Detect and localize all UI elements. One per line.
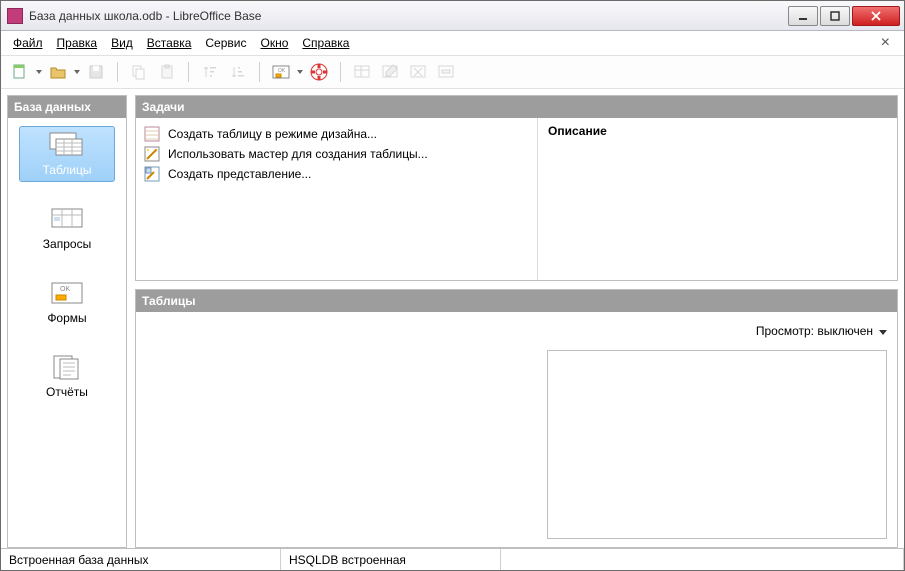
svg-text:OK: OK [278, 68, 286, 74]
close-button[interactable] [852, 6, 900, 26]
task-wizard[interactable]: Использовать мастер для создания таблицы… [144, 144, 529, 164]
queries-icon [46, 205, 88, 233]
sidebar-item-label: Таблицы [42, 163, 91, 177]
preview-box [547, 350, 887, 539]
task-label: Создать таблицу в режиме дизайна... [168, 127, 377, 141]
menu-file[interactable]: Файл [7, 33, 49, 53]
toolbar-separator [340, 62, 341, 82]
sidebar-item-label: Отчёты [46, 385, 88, 399]
view-icon [144, 166, 160, 182]
status-db-type: Встроенная база данных [1, 549, 281, 570]
table-delete-button[interactable] [405, 59, 431, 85]
app-window: База данных школа.odb - LibreOffice Base… [0, 0, 905, 571]
sidebar-item-tables[interactable]: Таблицы [19, 126, 115, 182]
menu-edit[interactable]: Правка [51, 33, 104, 53]
status-empty [501, 549, 904, 570]
right-column: Задачи Создать таблицу в режиме дизайна.… [135, 95, 898, 548]
statusbar: Встроенная база данных HSQLDB встроенная [1, 548, 904, 570]
maximize-button[interactable] [820, 6, 850, 26]
toolbar-separator [188, 62, 189, 82]
forms-icon: OK [46, 279, 88, 307]
design-icon [144, 126, 160, 142]
sidebar-item-label: Запросы [43, 237, 91, 251]
copy-button[interactable] [126, 59, 152, 85]
preview-column: Просмотр: выключен [537, 312, 897, 547]
tasks-body: Создать таблицу в режиме дизайна... Испо… [136, 118, 897, 280]
window-controls [788, 6, 900, 26]
toolbar-separator [117, 62, 118, 82]
menu-service[interactable]: Сервис [199, 33, 252, 53]
main-area: База данных Таблицы Запросы OK [1, 89, 904, 548]
sidebar-item-reports[interactable]: Отчёты [19, 348, 115, 404]
sidebar-item-label: Формы [47, 311, 86, 325]
tasks-header: Задачи [136, 96, 897, 118]
tasks-panel: Задачи Создать таблицу в режиме дизайна.… [135, 95, 898, 281]
wizard-icon [144, 146, 160, 162]
toolbar: OK [1, 55, 904, 89]
toolbar-separator [259, 62, 260, 82]
list-header: Таблицы [136, 290, 897, 312]
window-title: База данных школа.odb - LibreOffice Base [29, 9, 788, 23]
task-label: Создать представление... [168, 167, 311, 181]
task-create-design[interactable]: Создать таблицу в режиме дизайна... [144, 124, 529, 144]
sidebar-body: Таблицы Запросы OK Формы [8, 118, 126, 547]
sidebar-item-queries[interactable]: Запросы [19, 200, 115, 256]
new-dropdown[interactable] [35, 70, 43, 74]
menu-window[interactable]: Окно [254, 33, 294, 53]
menu-view[interactable]: Вид [105, 33, 139, 53]
chevron-down-icon [879, 324, 887, 338]
menubar: Файл Правка Вид Вставка Сервис Окно Спра… [1, 31, 904, 55]
preview-toggle[interactable]: Просмотр: выключен [547, 320, 887, 342]
database-sidebar: База данных Таблицы Запросы OK [7, 95, 127, 548]
task-create-view[interactable]: Создать представление... [144, 164, 529, 184]
table-new-button[interactable] [349, 59, 375, 85]
sort-asc-button[interactable] [197, 59, 223, 85]
minimize-button[interactable] [788, 6, 818, 26]
open-dropdown[interactable] [73, 70, 81, 74]
tasks-list: Создать таблицу в режиме дизайна... Испо… [136, 118, 537, 280]
table-edit-button[interactable] [377, 59, 403, 85]
open-button[interactable] [45, 59, 71, 85]
preview-label: Просмотр: выключен [756, 324, 873, 338]
sort-desc-button[interactable] [225, 59, 251, 85]
task-label: Использовать мастер для создания таблицы… [168, 147, 428, 161]
description-heading: Описание [548, 124, 887, 138]
table-rename-button[interactable] [433, 59, 459, 85]
reports-icon [46, 353, 88, 381]
menu-help[interactable]: Справка [296, 33, 355, 53]
app-icon [7, 8, 23, 24]
menu-insert[interactable]: Вставка [141, 33, 198, 53]
sidebar-item-forms[interactable]: OK Формы [19, 274, 115, 330]
titlebar: База данных школа.odb - LibreOffice Base [1, 1, 904, 31]
form-button[interactable]: OK [268, 59, 294, 85]
svg-text:OK: OK [60, 286, 70, 293]
new-button[interactable] [7, 59, 33, 85]
sidebar-header: База данных [8, 96, 126, 118]
list-body: Просмотр: выключен [136, 312, 897, 547]
paste-button[interactable] [154, 59, 180, 85]
list-area[interactable] [136, 312, 537, 547]
list-panel: Таблицы Просмотр: выключен [135, 289, 898, 548]
status-engine: HSQLDB встроенная [281, 549, 501, 570]
tasks-description: Описание [537, 118, 897, 280]
save-button[interactable] [83, 59, 109, 85]
help-button[interactable] [306, 59, 332, 85]
tables-icon [46, 131, 88, 159]
form-dropdown[interactable] [296, 70, 304, 74]
document-close-icon[interactable]: × [873, 34, 898, 52]
